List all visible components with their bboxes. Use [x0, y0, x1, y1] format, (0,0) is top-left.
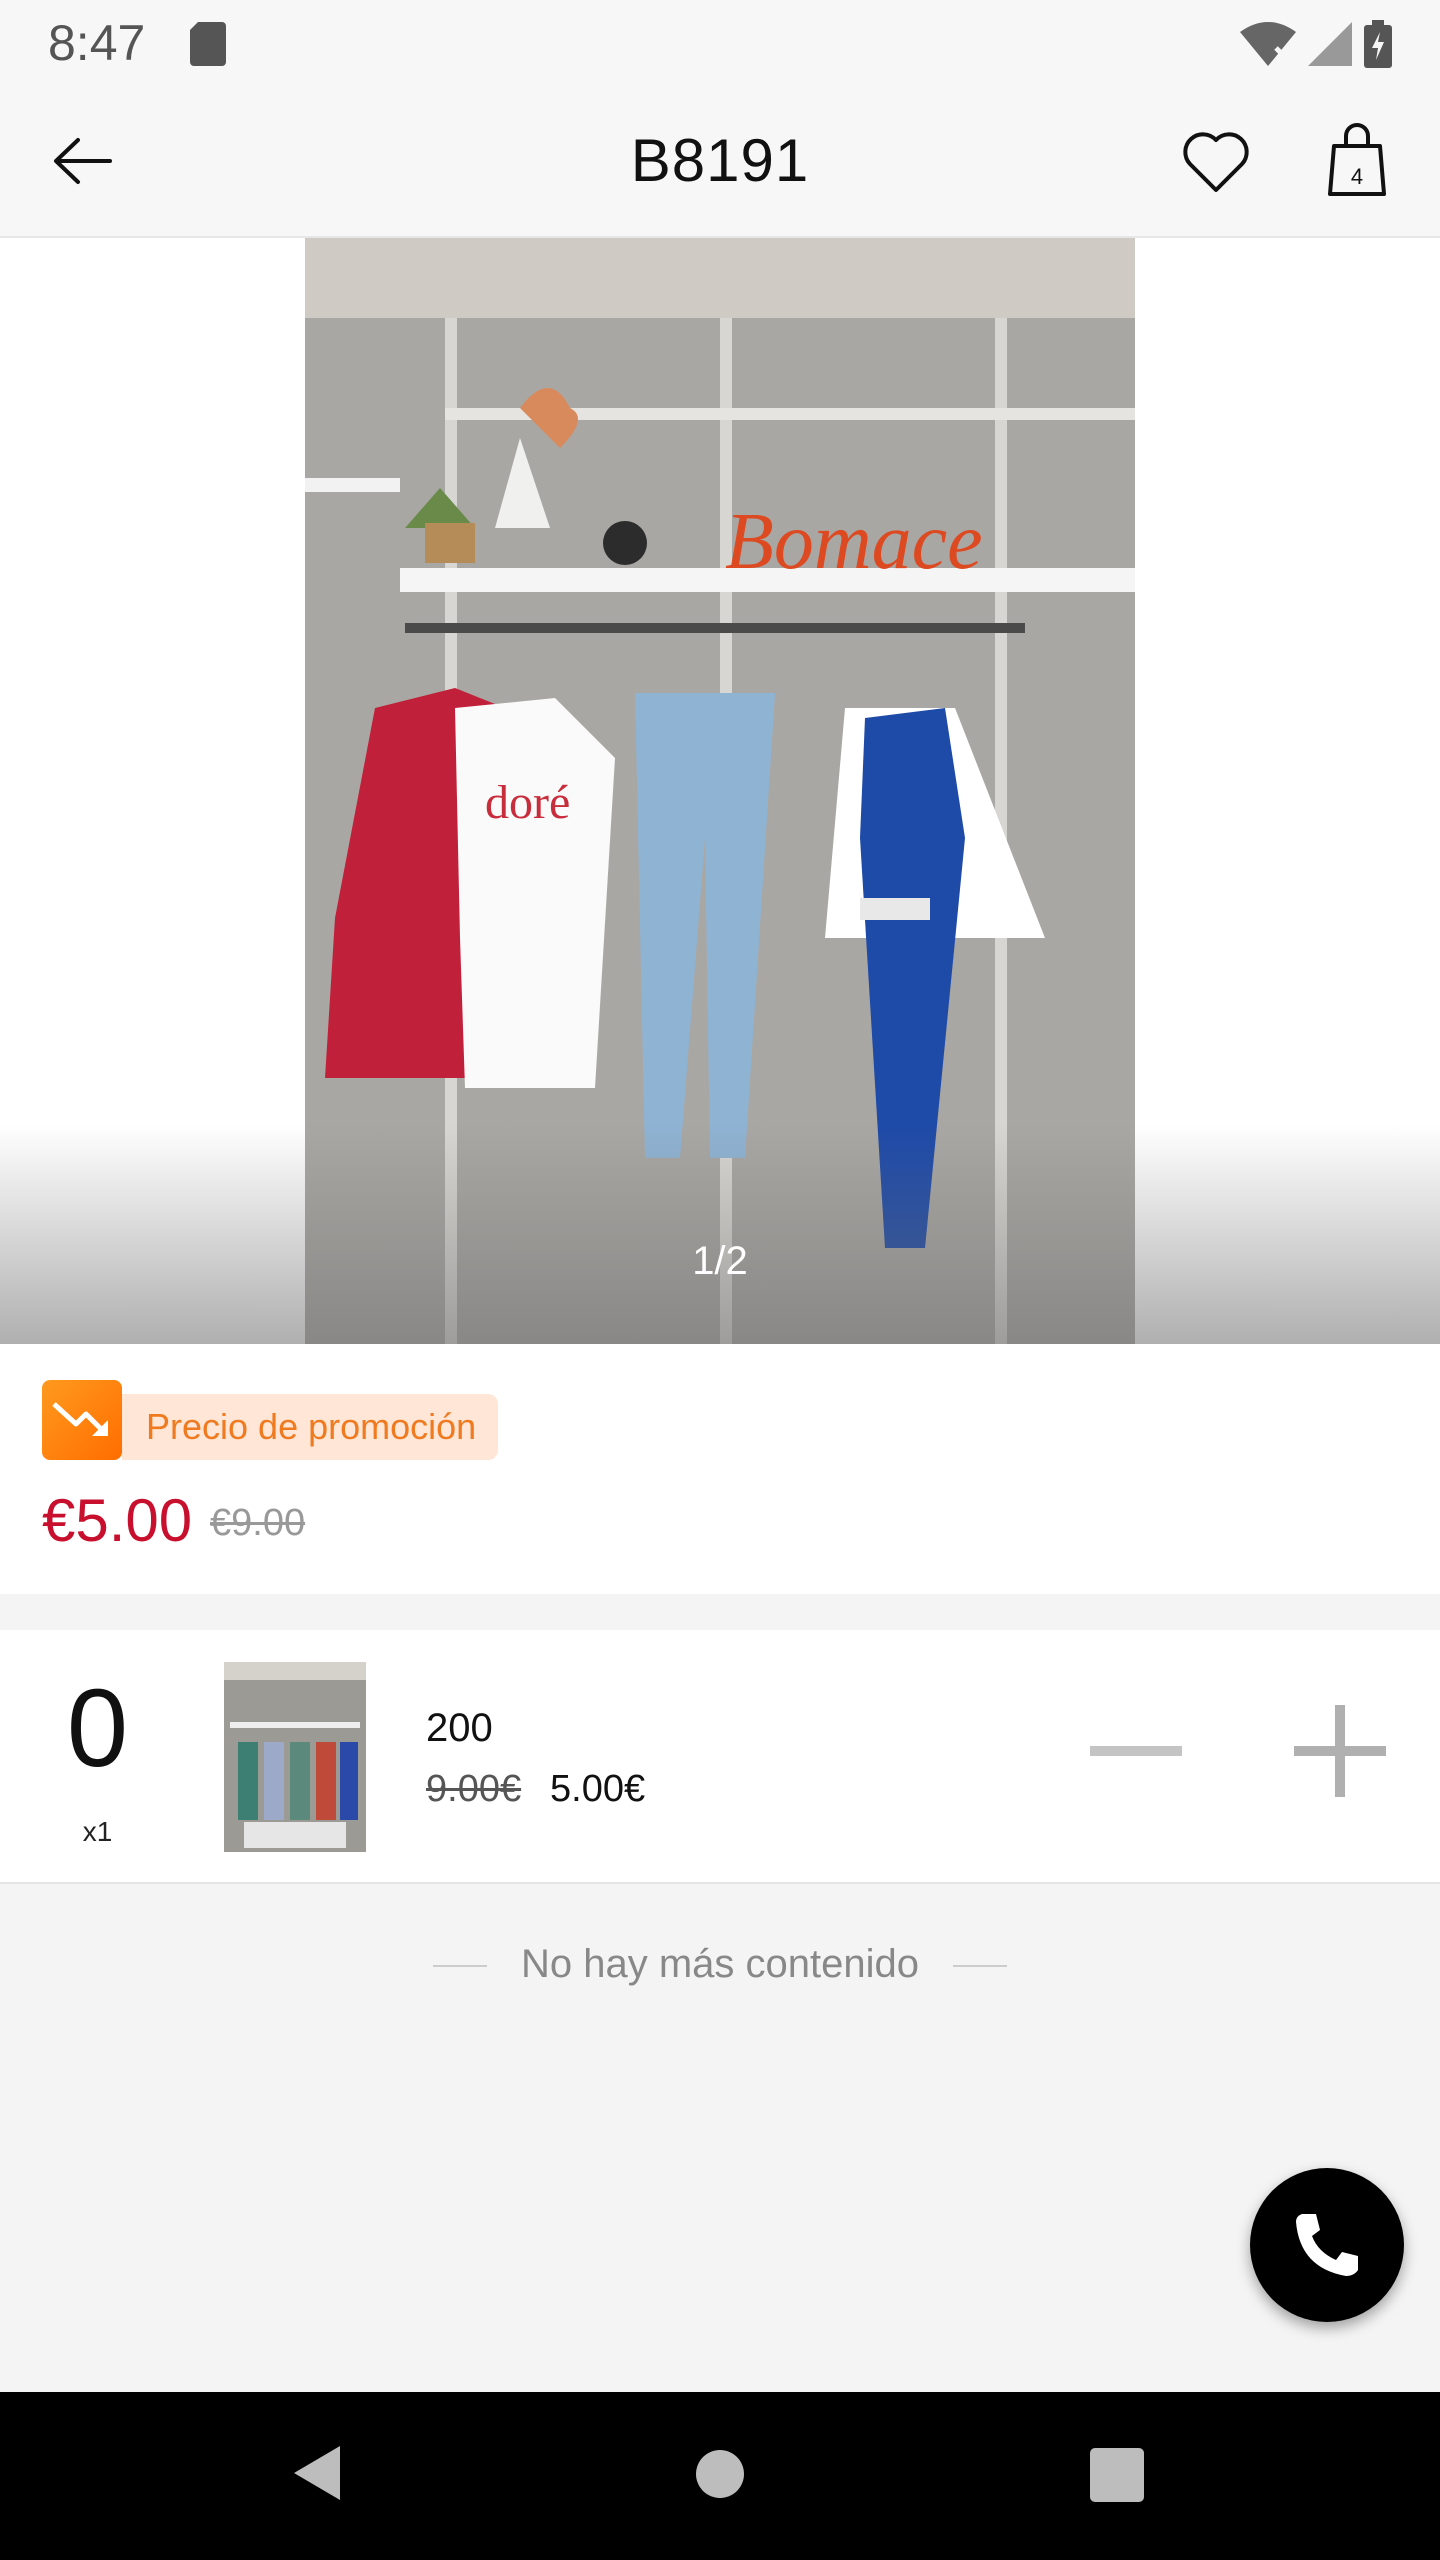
minus-icon[interactable]: [1086, 1702, 1186, 1802]
promo-tag: Precio de promoción: [122, 1394, 498, 1460]
image-counter: 1/2: [692, 1239, 748, 1283]
quantity-count: 0: [66, 1667, 129, 1790]
sku-thumbnail: [224, 1662, 366, 1852]
price-current: €5.00: [42, 1487, 193, 1554]
status-time: 8:47: [48, 15, 146, 71]
plus-icon[interactable]: [1288, 1700, 1392, 1804]
quantity-multiplier: x1: [82, 1816, 113, 1847]
price-drop-icon: [42, 1380, 122, 1460]
sd-card-icon: [190, 22, 226, 66]
app-bar: B8191 4: [0, 88, 1440, 238]
status-icons: [1240, 20, 1392, 68]
price-original: €9.00: [210, 1502, 306, 1544]
product-gallery[interactable]: Bomace doré 1/2: [0, 238, 1440, 1344]
sku-original-price: 9.00€: [426, 1768, 522, 1810]
system-nav-bar: [0, 2392, 1440, 2560]
divider-left: [432, 1965, 487, 1968]
nav-back-icon[interactable]: [288, 2442, 344, 2504]
price-section: Precio de promoción €5.00 €9.00: [0, 1344, 1440, 1594]
heart-icon[interactable]: [1180, 126, 1252, 198]
cell-signal-icon: [1308, 22, 1352, 66]
phone-icon: [1296, 2214, 1358, 2276]
cart-count: 4: [1351, 164, 1363, 189]
end-of-content-note: No hay más contenido: [0, 1942, 1440, 1987]
call-button[interactable]: [1250, 2168, 1404, 2322]
product-photo: Bomace doré: [305, 238, 1135, 1344]
sku-row: 0 x1 200 9.00€ 5.00€: [0, 1630, 1440, 1884]
end-note-text: No hay más contenido: [520, 1942, 919, 1986]
divider-right: [953, 1965, 1007, 1968]
svg-text:Bomace: Bomace: [725, 498, 983, 586]
sku-name: 200: [426, 1706, 493, 1750]
trend-down-icon: [52, 1402, 108, 1436]
sku-current-price: 5.00€: [550, 1768, 646, 1810]
status-bar: 8:47: [0, 0, 1440, 88]
nav-recents-icon[interactable]: [1090, 2448, 1144, 2502]
shopping-bag-icon[interactable]: 4: [1324, 122, 1390, 198]
svg-text:doré: doré: [485, 776, 570, 829]
battery-icon: [1364, 20, 1392, 68]
wifi-icon: [1240, 22, 1296, 66]
nav-home-icon[interactable]: [694, 2448, 746, 2500]
sku-thumbnail-image: [224, 1662, 366, 1852]
